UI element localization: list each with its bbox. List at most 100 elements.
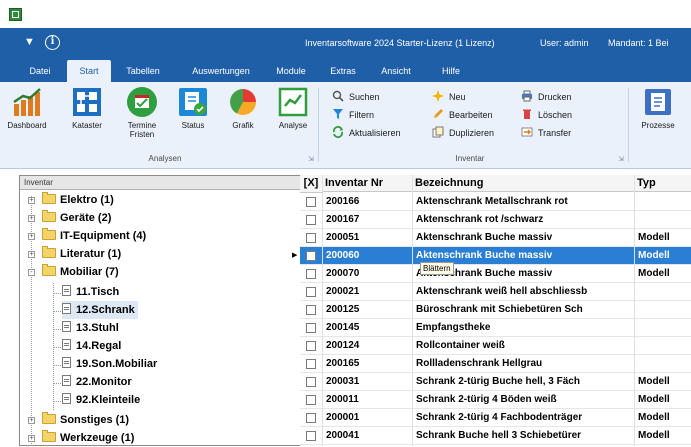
inventar-launcher-icon[interactable]: ⇲	[618, 155, 624, 163]
app-icon[interactable]	[9, 8, 22, 21]
table-row[interactable]: 200145 Empfangstheke	[300, 319, 691, 337]
row-checkbox[interactable]	[306, 197, 316, 207]
cell-bezeichnung[interactable]: Aktenschrank Metallschrank rot	[416, 193, 634, 211]
loeschen-button[interactable]: Löschen	[521, 107, 572, 123]
tree-node-monitor[interactable]: 22.Monitor	[62, 373, 132, 391]
cell-inventar-nr[interactable]: 200070	[326, 265, 410, 283]
cell-inventar-nr[interactable]: 200166	[326, 193, 410, 211]
status-button[interactable]: Status	[172, 86, 214, 148]
table-row[interactable]: 200124 Rollcontainer weiß	[300, 337, 691, 355]
tab-ansicht[interactable]: Ansicht	[372, 60, 420, 82]
cell-inventar-nr[interactable]: 200051	[326, 229, 410, 247]
row-checkbox[interactable]	[306, 251, 316, 261]
table-row[interactable]: 200041 Schrank Buche hell 3 Schiebetürer M…	[300, 427, 691, 445]
cell-inventar-nr[interactable]: 200011	[326, 391, 410, 409]
cell-inventar-nr[interactable]: 200165	[326, 355, 410, 373]
tab-start[interactable]: Start	[67, 60, 111, 82]
collapse-icon[interactable]: -	[28, 269, 35, 276]
tree-node-elektro[interactable]: + Elektro (1)	[28, 191, 114, 209]
tree-node-stuhl[interactable]: 13.Stuhl	[62, 319, 119, 337]
column-header-inventar-nr[interactable]: Inventar Nr	[322, 175, 412, 192]
row-checkbox[interactable]	[306, 233, 316, 243]
cell-typ[interactable]: Modell	[638, 409, 691, 427]
bearbeiten-button[interactable]: Bearbeiten	[432, 107, 493, 123]
table-row[interactable]: 200165 Rollladenschrank Hellgrau	[300, 355, 691, 373]
cell-inventar-nr[interactable]: 200167	[326, 211, 410, 229]
cell-inventar-nr[interactable]: 200001	[326, 409, 410, 427]
row-checkbox[interactable]	[306, 215, 316, 225]
table-row[interactable]: 200031 Schrank 2-türig Buche hell, 3 Fäch…	[300, 373, 691, 391]
cell-bezeichnung[interactable]: Aktenschrank weiß hell abschliessb	[416, 283, 634, 301]
tree-node-geraete[interactable]: + Geräte (2)	[28, 209, 111, 227]
cell-bezeichnung[interactable]: Büroschrank mit Schiebetüren Sch	[416, 301, 634, 319]
table-row[interactable]: 200125 Büroschrank mit Schiebetüren Sch	[300, 301, 691, 319]
expand-icon[interactable]: +	[28, 215, 35, 222]
cell-inventar-nr[interactable]: 200060	[326, 247, 410, 265]
cell-typ[interactable]: Modell	[638, 373, 691, 391]
cell-inventar-nr[interactable]: 200124	[326, 337, 410, 355]
filtern-button[interactable]: Filtern	[332, 107, 374, 123]
expand-icon[interactable]: +	[28, 197, 35, 204]
tree-node-it-equipment[interactable]: + IT-Equipment (4)	[28, 227, 146, 245]
tab-datei[interactable]: Datei	[20, 60, 60, 82]
row-checkbox[interactable]	[306, 341, 316, 351]
table-row[interactable]: 200021 Aktenschrank weiß hell abschliessb	[300, 283, 691, 301]
cell-typ[interactable]: Modell	[638, 265, 691, 283]
cell-inventar-nr[interactable]: 200125	[326, 301, 410, 319]
expand-icon[interactable]: +	[28, 251, 35, 258]
table-row[interactable]: 200011 Schrank 2-türig 4 Böden weiß Modell	[300, 391, 691, 409]
cell-typ[interactable]: Modell	[638, 427, 691, 445]
tree-node-kleinteile[interactable]: 92.Kleinteile	[62, 391, 140, 409]
tree-node-schrank[interactable]: 12.Schrank	[62, 301, 138, 319]
table-row[interactable]: 200060 Aktenschrank Buche massiv Modell	[300, 247, 691, 265]
cell-bezeichnung[interactable]: Schrank 2-türig 4 Fachbodenträger	[416, 409, 634, 427]
analysen-launcher-icon[interactable]: ⇲	[308, 155, 314, 163]
cell-typ[interactable]: Modell	[638, 391, 691, 409]
expand-icon[interactable]: +	[28, 435, 35, 442]
cell-bezeichnung[interactable]: Schrank Buche hell 3 Schiebetürer	[416, 427, 634, 445]
tree-node-regal[interactable]: 14.Regal	[62, 337, 121, 355]
cell-inventar-nr[interactable]: 200145	[326, 319, 410, 337]
info-icon[interactable]: i	[45, 35, 60, 50]
tab-tabellen[interactable]: Tabellen	[118, 60, 168, 82]
cell-bezeichnung[interactable]: Rollcontainer weiß	[416, 337, 634, 355]
expand-icon[interactable]: +	[28, 233, 35, 240]
tree-node-werkzeuge[interactable]: + Werkzeuge (1)	[28, 429, 134, 447]
table-row[interactable]: 200070 Aktenschrank Buche massiv Modell	[300, 265, 691, 283]
tree-node-literatur[interactable]: + Literatur (1)	[28, 245, 121, 263]
column-separator[interactable]	[634, 175, 635, 446]
column-header-bezeichnung[interactable]: Bezeichnung	[412, 175, 634, 192]
column-header-typ[interactable]: Typ	[634, 175, 691, 192]
column-header-select[interactable]: [X]	[300, 175, 322, 193]
tree-node-son-mobiliar[interactable]: 19.Son.Mobiliar	[62, 355, 157, 373]
row-checkbox[interactable]	[306, 395, 316, 405]
cell-bezeichnung[interactable]: Schrank 2-türig Buche hell, 3 Fäch	[416, 373, 634, 391]
cell-bezeichnung[interactable]: Aktenschrank Buche massiv	[416, 229, 634, 247]
column-separator[interactable]	[322, 175, 323, 446]
neu-button[interactable]: Neu	[432, 89, 466, 105]
cell-bezeichnung[interactable]: Aktenschrank rot /schwarz	[416, 211, 634, 229]
grafik-button[interactable]: Grafik	[222, 86, 264, 148]
duplizieren-button[interactable]: Duplizieren	[432, 125, 494, 141]
row-checkbox[interactable]	[306, 269, 316, 279]
row-checkbox[interactable]	[306, 287, 316, 297]
prozesse-button[interactable]: Prozesse	[635, 86, 681, 148]
column-separator[interactable]	[412, 175, 413, 446]
table-row[interactable]: 200166 Aktenschrank Metallschrank rot	[300, 193, 691, 211]
cell-inventar-nr[interactable]: 200021	[326, 283, 410, 301]
table-row[interactable]: 200051 Aktenschrank Buche massiv Modell	[300, 229, 691, 247]
tree-node-mobiliar[interactable]: - Mobiliar (7)	[28, 263, 119, 281]
table-row[interactable]: 200167 Aktenschrank rot /schwarz	[300, 211, 691, 229]
row-checkbox[interactable]	[306, 377, 316, 387]
termine-fristen-button[interactable]: Termine Fristen	[120, 86, 164, 148]
row-checkbox[interactable]	[306, 323, 316, 333]
quick-access-arrow-icon[interactable]: ▼	[24, 36, 35, 48]
table-row[interactable]: 200001 Schrank 2-türig 4 Fachbodenträger M…	[300, 409, 691, 427]
cell-inventar-nr[interactable]: 200041	[326, 427, 410, 445]
row-checkbox[interactable]	[306, 305, 316, 315]
cell-bezeichnung[interactable]: Empfangstheke	[416, 319, 634, 337]
cell-inventar-nr[interactable]: 200031	[326, 373, 410, 391]
cell-typ[interactable]: Modell	[638, 247, 691, 265]
tab-extras[interactable]: Extras	[322, 60, 364, 82]
row-checkbox[interactable]	[306, 431, 316, 441]
